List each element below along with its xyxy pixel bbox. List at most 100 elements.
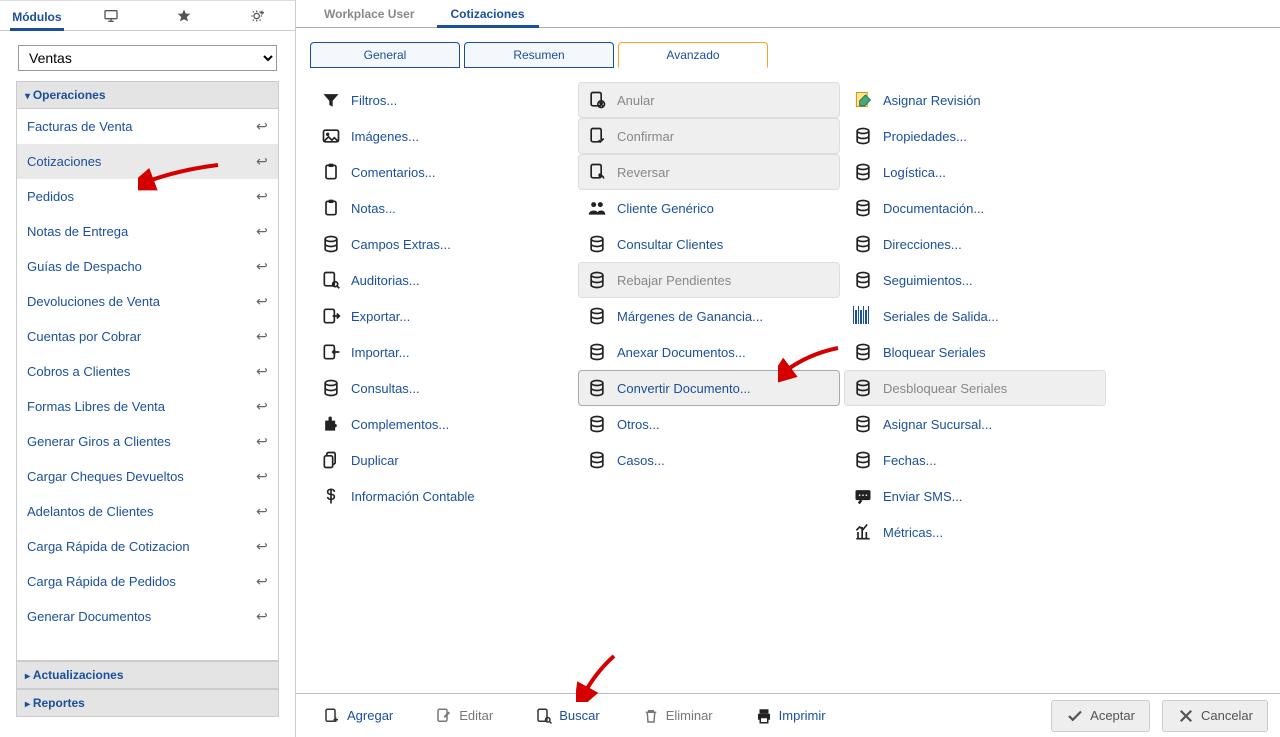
edit-button-label: Editar (459, 708, 493, 723)
action-item-label: Complementos... (351, 417, 449, 432)
sidebar-item-13[interactable]: Carga Rápida de Pedidos↪ (17, 564, 278, 599)
x-icon (1177, 707, 1195, 725)
action-c1-0[interactable]: Filtros... (312, 82, 574, 118)
action-c3-7[interactable]: Bloquear Seriales (844, 334, 1106, 370)
sidebar-item-10[interactable]: Cargar Cheques Devueltos↪ (17, 459, 278, 494)
module-select[interactable]: Ventas (18, 45, 277, 71)
action-c2-10[interactable]: Casos... (578, 442, 840, 478)
db-icon (853, 126, 873, 146)
export-icon (321, 306, 341, 326)
action-c2-4[interactable]: Consultar Clientes (578, 226, 840, 262)
subtab-general[interactable]: General (310, 42, 460, 68)
accept-button[interactable]: Aceptar (1051, 700, 1150, 732)
sidebar-item-label: Pedidos (27, 189, 74, 204)
action-c3-5[interactable]: Seguimientos... (844, 262, 1106, 298)
action-c2-7[interactable]: Anexar Documentos... (578, 334, 840, 370)
action-item-label: Casos... (617, 453, 665, 468)
accordion-actualizaciones[interactable]: Actualizaciones (16, 661, 279, 689)
action-c2-8[interactable]: Convertir Documento... (578, 370, 840, 406)
add-button[interactable]: Agregar (308, 700, 408, 732)
action-item-label: Exportar... (351, 309, 410, 324)
review-icon (853, 90, 873, 110)
action-item-label: Importar... (351, 345, 410, 360)
sidebar-tab-settings[interactable] (221, 2, 295, 30)
search-button[interactable]: Buscar (520, 700, 614, 732)
action-c1-10[interactable]: Duplicar (312, 442, 574, 478)
sidebar-item-1[interactable]: Cotizaciones↪ (17, 144, 278, 179)
action-c1-6[interactable]: Exportar... (312, 298, 574, 334)
action-c1-8[interactable]: Consultas... (312, 370, 574, 406)
sidebar-item-2[interactable]: Pedidos ↪ (17, 179, 278, 214)
action-item-label: Asignar Sucursal... (883, 417, 992, 432)
sidebar-item-7[interactable]: Cobros a Clientes↪ (17, 354, 278, 389)
accordion-operaciones-body[interactable]: Facturas de Venta↪Cotizaciones↪ Pedidos ↪ N… (16, 109, 279, 661)
action-c3-3[interactable]: Documentación... (844, 190, 1106, 226)
actions-col-3: Asignar RevisiónPropiedades... Logística.… (844, 82, 1106, 550)
action-c1-2[interactable]: Comentarios... (312, 154, 574, 190)
subtab-resumen[interactable]: Resumen (464, 42, 614, 68)
action-c2-6[interactable]: Márgenes de Ganancia... (578, 298, 840, 334)
sidebar-item-12[interactable]: Carga Rápida de Cotizacion↪ (17, 529, 278, 564)
sidebar-item-0[interactable]: Facturas de Venta↪ (17, 109, 278, 144)
sidebar-item-8[interactable]: Formas Libres de Venta↪ (17, 389, 278, 424)
action-c1-3[interactable]: Notas... (312, 190, 574, 226)
main-tabstrip: Workplace User Cotizaciones (296, 0, 1280, 28)
action-c2-9[interactable]: Otros... (578, 406, 840, 442)
sidebar-item-14[interactable]: Generar Documentos↪ (17, 599, 278, 634)
action-item-label: Imágenes... (351, 129, 419, 144)
sidebar-tab-fav[interactable] (148, 2, 222, 30)
sidebar-item-9[interactable]: Generar Giros a Clientes↪ (17, 424, 278, 459)
action-c3-10[interactable]: Fechas... (844, 442, 1106, 478)
action-item-label: Filtros... (351, 93, 397, 108)
print-button[interactable]: Imprimir (740, 700, 841, 732)
clipboard-icon (321, 198, 341, 218)
sidebar-item-3[interactable]: Notas de Entrega↪ (17, 214, 278, 249)
action-c3-2[interactable]: Logística... (844, 154, 1106, 190)
action-c1-9[interactable]: Complementos... (312, 406, 574, 442)
action-item-label: Comentarios... (351, 165, 436, 180)
share-arrow-icon: ↪ (256, 608, 268, 625)
share-arrow-icon: ↪ (256, 188, 268, 205)
print-button-label: Imprimir (779, 708, 826, 723)
sidebar-item-4[interactable]: Guías de Despacho↪ (17, 249, 278, 284)
action-c3-11[interactable]: Enviar SMS... (844, 478, 1106, 514)
main-tab-cotizaciones[interactable]: Cotizaciones (433, 1, 543, 27)
sidebar-item-5[interactable]: Devoluciones de Venta↪ (17, 284, 278, 319)
action-c3-4[interactable]: Direcciones... (844, 226, 1106, 262)
db-icon (853, 450, 873, 470)
delete-button[interactable]: Eliminar (627, 700, 728, 732)
subtab-avanzado[interactable]: Avanzado (618, 42, 768, 68)
action-c1-7[interactable]: Importar... (312, 334, 574, 370)
accordion-operaciones[interactable]: Operaciones (16, 81, 279, 109)
db-icon (853, 270, 873, 290)
db-icon (321, 378, 341, 398)
actions-col-1: Filtros... Imágenes... Comentarios... Notas… (312, 82, 574, 514)
db-icon (587, 378, 607, 398)
action-c3-6[interactable]: Seriales de Salida... (844, 298, 1106, 334)
action-item-label: Logística... (883, 165, 946, 180)
cancel-button[interactable]: Cancelar (1162, 700, 1268, 732)
db-icon (853, 414, 873, 434)
action-c3-12[interactable]: Métricas... (844, 514, 1106, 550)
action-item-label: Duplicar (351, 453, 399, 468)
doc-undo-icon (587, 162, 607, 182)
main-tab-workplace[interactable]: Workplace User (306, 1, 433, 27)
share-arrow-icon: ↪ (256, 258, 268, 275)
sidebar-tab-desktop[interactable] (74, 2, 148, 30)
edit-button[interactable]: Editar (420, 700, 508, 732)
accordion-reportes[interactable]: Reportes (16, 689, 279, 717)
action-c3-9[interactable]: Asignar Sucursal... (844, 406, 1106, 442)
main-area: Workplace User Cotizaciones General Resu… (296, 0, 1280, 737)
action-c1-5[interactable]: Auditorias... (312, 262, 574, 298)
action-c1-11[interactable]: Información Contable (312, 478, 574, 514)
sidebar-item-6[interactable]: Cuentas por Cobrar↪ (17, 319, 278, 354)
sidebar-item-11[interactable]: Adelantos de Clientes↪ (17, 494, 278, 529)
sidebar-accordion: Operaciones Facturas de Venta↪Cotizacion… (0, 81, 295, 737)
action-c3-1[interactable]: Propiedades... (844, 118, 1106, 154)
action-c2-3[interactable]: Cliente Genérico (578, 190, 840, 226)
action-c1-4[interactable]: Campos Extras... (312, 226, 574, 262)
sidebar-tab-modulos[interactable]: Módulos (0, 4, 74, 30)
share-arrow-icon: ↪ (256, 503, 268, 520)
action-c3-0[interactable]: Asignar Revisión (844, 82, 1106, 118)
action-c1-1[interactable]: Imágenes... (312, 118, 574, 154)
